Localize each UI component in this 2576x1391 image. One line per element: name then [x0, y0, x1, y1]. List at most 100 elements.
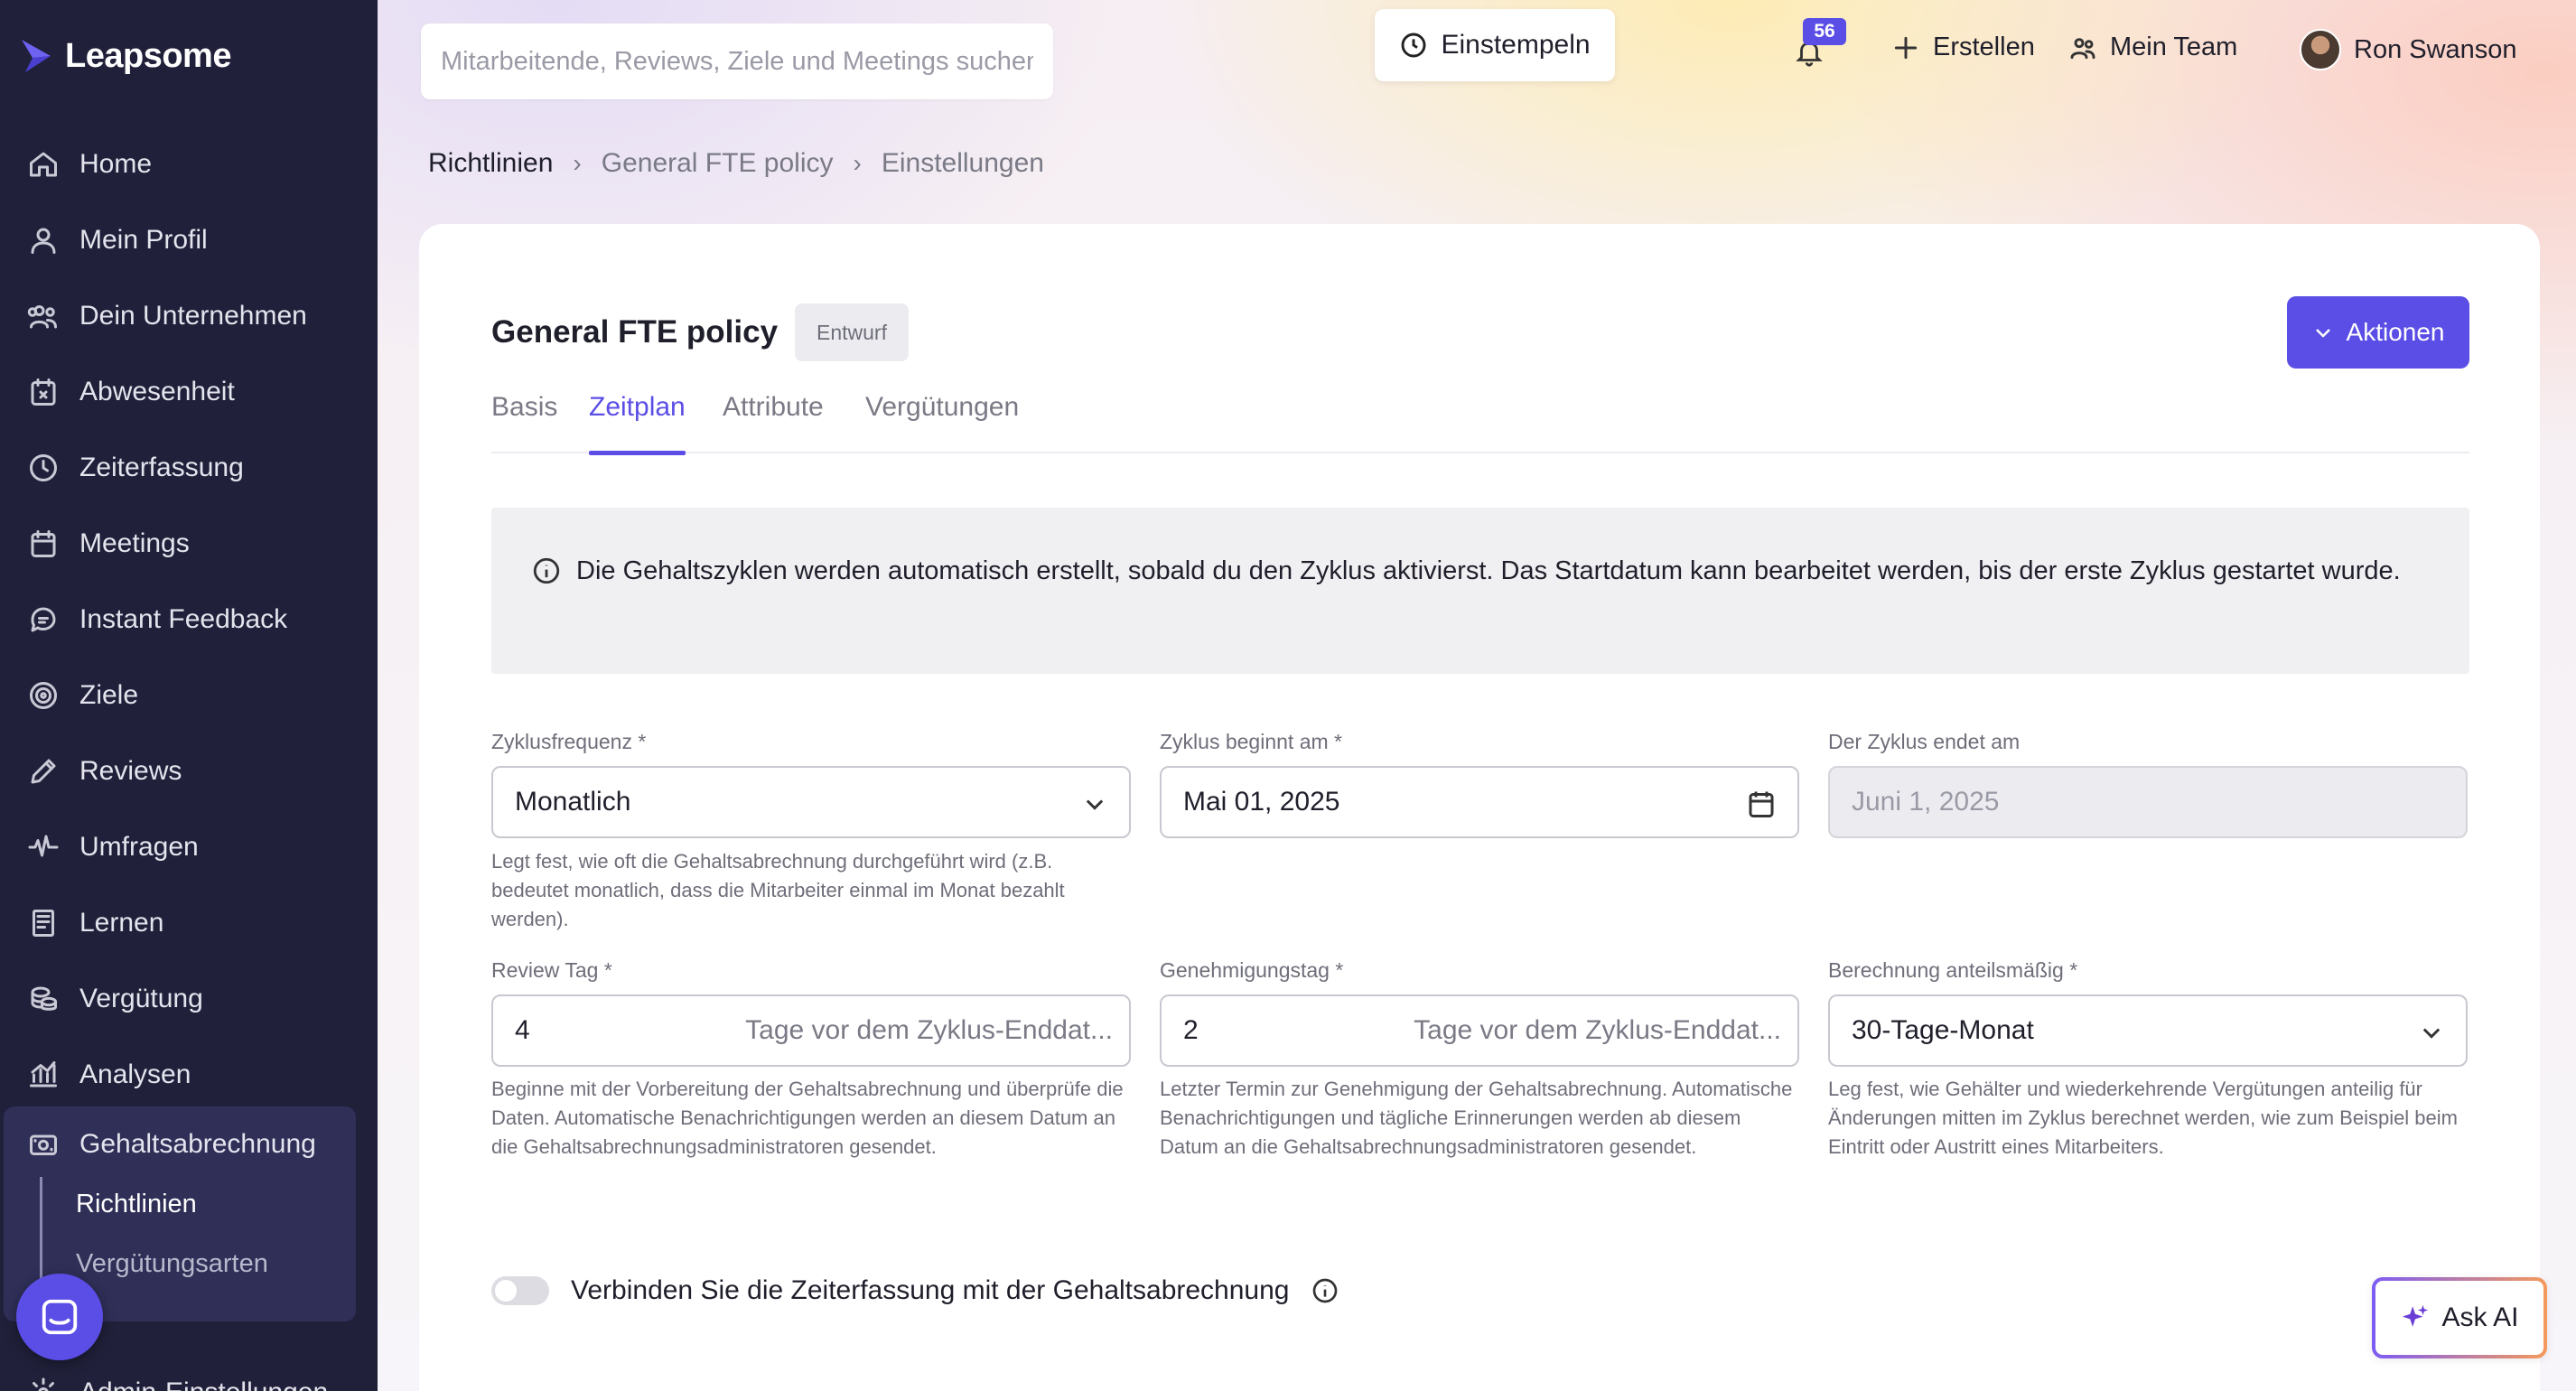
sparkle-icon — [2403, 1304, 2429, 1327]
tab-schedule[interactable]: Zeitplan — [589, 392, 686, 455]
user-icon — [31, 228, 56, 254]
calendar-x-icon — [31, 378, 56, 406]
sidebar-item-label: Analysen — [79, 1060, 191, 1089]
chevron-down-icon — [1082, 791, 1107, 817]
clock-in-button[interactable]: Einstempeln — [1375, 9, 1615, 81]
actions-button[interactable]: Aktionen — [2287, 296, 2469, 369]
time-tracking-toggle[interactable] — [491, 1276, 549, 1305]
coins-icon — [31, 986, 57, 1011]
sidebar-item-compensation[interactable]: Vergütung — [0, 961, 378, 1037]
sidebar-item-label: Instant Feedback — [79, 604, 288, 634]
user-menu[interactable]: Ron Swanson — [2300, 29, 2517, 70]
ask-ai-button[interactable]: Ask AI — [2372, 1277, 2547, 1358]
chevron-right-icon: › — [573, 149, 582, 177]
chat-icon — [31, 607, 56, 632]
review-day-helper: Beginne mit der Vorbereitung der Gehalts… — [491, 1078, 1124, 1158]
info-banner: Die Gehaltszyklen werden automatisch ers… — [491, 508, 2469, 674]
sidebar-item-absence[interactable]: Abwesenheit — [0, 354, 378, 430]
sidebar-item-label: Mein Profil — [79, 225, 208, 255]
breadcrumb: Richtlinien › General FTE policy › Einst… — [428, 148, 1044, 179]
time-tracking-toggle-row: Verbinden Sie die Zeiterfassung mit der … — [491, 1275, 1339, 1306]
pulse-icon — [28, 835, 59, 857]
pencil-icon — [31, 759, 56, 784]
proration-select[interactable]: 30-Tage-Monat — [1828, 994, 2468, 1067]
support-chat-button[interactable] — [16, 1274, 103, 1360]
cycle-end-date-field: Juni 1, 2025 — [1828, 766, 2468, 838]
tab-basis[interactable]: Basis — [491, 392, 557, 453]
create-button[interactable]: Erstellen — [1891, 33, 2035, 62]
gear-icon — [33, 1377, 54, 1391]
people-icon — [27, 305, 57, 329]
clock-icon — [30, 454, 57, 481]
approval-day-label: Genehmigungstag * — [1160, 958, 1344, 982]
info-icon — [531, 555, 562, 585]
sidebar-item-learning[interactable]: Lernen — [0, 885, 378, 961]
sidebar-item-time-tracking[interactable]: Zeiterfassung — [0, 430, 378, 506]
sidebar-item-instant-feedback[interactable]: Instant Feedback — [0, 582, 378, 658]
cycle-frequency-label: Zyklusfrequenz * — [491, 730, 647, 753]
leapsome-logo-icon — [22, 40, 51, 72]
chevron-down-icon — [2419, 1020, 2444, 1045]
avatar — [2300, 29, 2341, 70]
sidebar-item-reviews[interactable]: Reviews — [0, 733, 378, 809]
proration-label: Berechnung anteilsmäßig * — [1828, 958, 2078, 982]
info-icon[interactable] — [1311, 1276, 1339, 1305]
brand-name: Leapsome — [65, 36, 231, 75]
calendar-icon — [31, 530, 56, 557]
sidebar-subitem-policies[interactable]: Richtlinien — [76, 1190, 197, 1219]
cycle-frequency-select[interactable]: Monatlich — [491, 766, 1131, 838]
sidebar-item-admin-settings[interactable]: Admin-Einstellungen — [0, 1355, 328, 1391]
sidebar: Leapsome Home Mein Profil Dein Unternehm… — [0, 0, 378, 1391]
user-name: Ron Swanson — [2354, 34, 2517, 64]
sidebar-subitem-pay-types[interactable]: Vergütungsarten — [76, 1249, 268, 1279]
time-tracking-toggle-label: Verbinden Sie die Zeiterfassung mit der … — [571, 1275, 1290, 1305]
sidebar-item-label: Home — [79, 149, 153, 179]
status-badge: Entwurf — [795, 303, 909, 361]
sidebar-item-payroll[interactable]: Gehaltsabrechnung — [4, 1106, 356, 1182]
sidebar-item-meetings[interactable]: Meetings — [0, 506, 378, 582]
chat-widget-icon — [42, 1299, 78, 1335]
ask-ai-label: Ask AI — [2441, 1302, 2519, 1332]
approval-day-input[interactable]: 2 Tage vor dem Zyklus-Enddat... — [1160, 994, 1799, 1067]
cycle-start-label: Zyklus beginnt am * — [1160, 730, 1342, 753]
sidebar-item-label: Abwesenheit — [79, 377, 235, 406]
my-team-label: Mein Team — [2110, 33, 2238, 61]
sidebar-item-label: Reviews — [79, 756, 182, 786]
chart-icon — [30, 1061, 57, 1088]
target-icon — [30, 682, 57, 709]
breadcrumb-settings: Einstellungen — [881, 148, 1044, 178]
sidebar-item-label: Lernen — [79, 908, 164, 938]
cycle-start-date-field[interactable]: Mai 01, 2025 — [1160, 766, 1799, 838]
my-team-button[interactable]: Mein Team — [2068, 33, 2237, 62]
proration-helper: Leg fest, wie Gehälter und wiederkehrend… — [1828, 1078, 2458, 1158]
review-day-label: Review Tag * — [491, 958, 612, 982]
search-input[interactable] — [421, 23, 1053, 99]
sidebar-item-label: Admin-Einstellungen — [79, 1377, 328, 1391]
book-icon — [33, 910, 54, 937]
tab-bar: Basis Zeitplan Attribute Vergütungen — [491, 392, 2469, 455]
approval-day-suffix: Tage vor dem Zyklus-Enddat... — [1414, 1015, 1781, 1045]
tab-compensations[interactable]: Vergütungen — [865, 392, 1019, 453]
sidebar-item-analytics[interactable]: Analysen — [0, 1037, 378, 1113]
actions-label: Aktionen — [2346, 318, 2445, 346]
sidebar-item-label: Vergütung — [79, 984, 203, 1013]
cycle-start-value: Mai 01, 2025 — [1183, 787, 1340, 817]
review-day-input[interactable]: 4 Tage vor dem Zyklus-Enddat... — [491, 994, 1131, 1067]
breadcrumb-policy[interactable]: General FTE policy — [602, 148, 834, 179]
logo[interactable]: Leapsome — [20, 36, 231, 76]
breadcrumb-policies[interactable]: Richtlinien — [428, 148, 553, 179]
sidebar-item-label: Ziele — [79, 680, 139, 710]
sidebar-item-home[interactable]: Home — [0, 126, 378, 202]
tab-attributes[interactable]: Attribute — [723, 392, 824, 453]
home-icon — [30, 152, 57, 177]
sidebar-nav: Home Mein Profil Dein Unternehmen Abwese… — [0, 126, 378, 1113]
sidebar-item-company[interactable]: Dein Unternehmen — [0, 278, 378, 354]
sidebar-item-goals[interactable]: Ziele — [0, 658, 378, 733]
chevron-right-icon: › — [853, 149, 862, 177]
cycle-end-label: Der Zyklus endet am — [1828, 730, 2021, 753]
calendar-icon[interactable] — [1745, 788, 1778, 820]
sidebar-item-profile[interactable]: Mein Profil — [0, 202, 378, 278]
cycle-frequency-helper: Legt fest, wie oft die Gehaltsabrechnung… — [491, 850, 1065, 930]
sidebar-item-surveys[interactable]: Umfragen — [0, 809, 378, 885]
page-title: General FTE policy — [491, 314, 779, 350]
